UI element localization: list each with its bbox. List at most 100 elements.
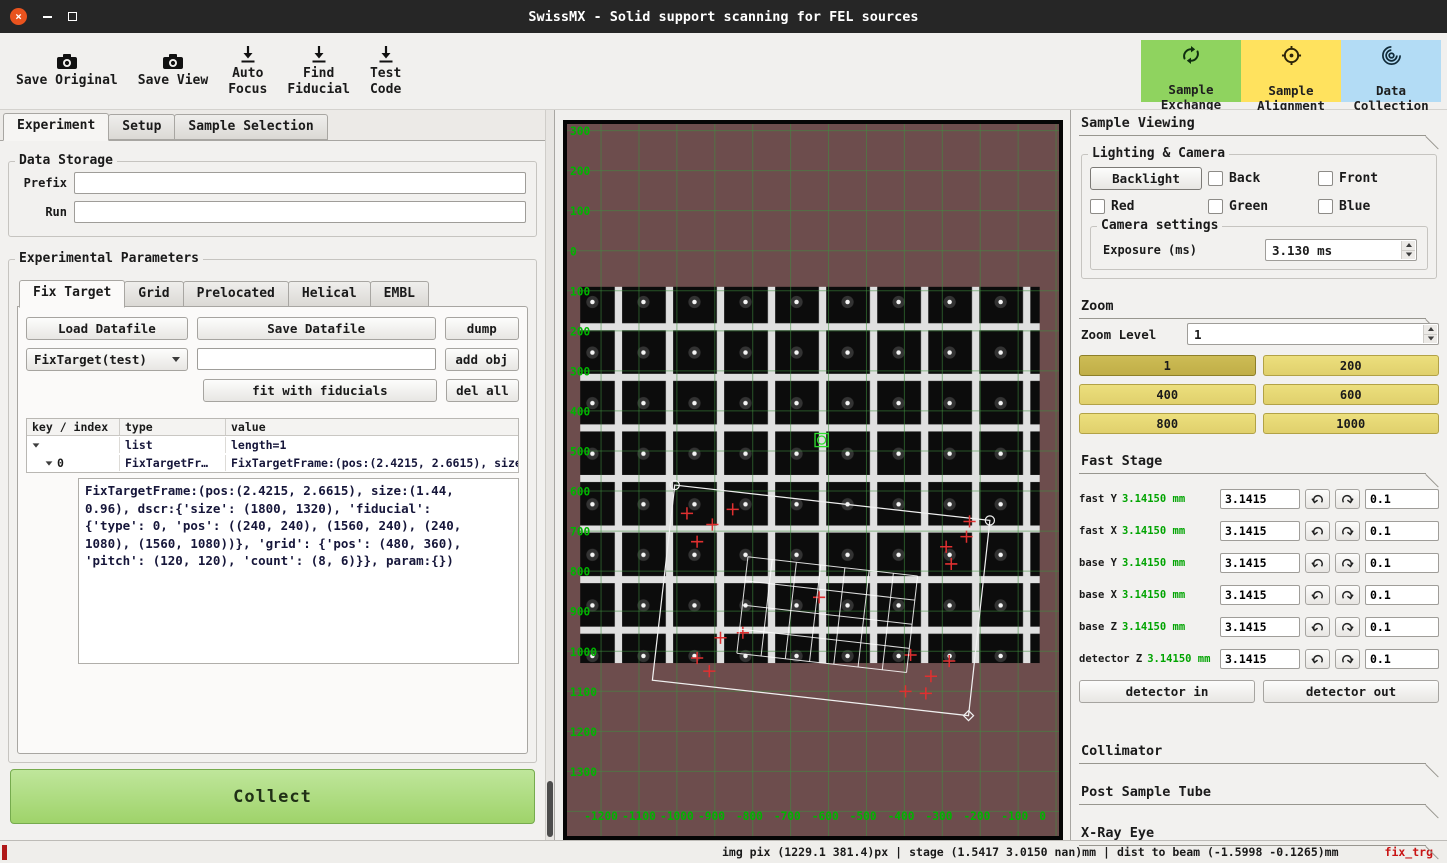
spin-down-button[interactable] — [1402, 251, 1415, 260]
mode-buttons: Sample Exchange Sample Alignment Data Co… — [1141, 40, 1441, 102]
column-type[interactable]: type — [119, 419, 225, 435]
fixtarget-preset-select[interactable]: FixTarget(test) — [26, 348, 188, 371]
motor-readout: 3.14150 mm — [1122, 589, 1185, 601]
section-collimator[interactable]: Collimator — [1079, 740, 1439, 764]
move-plus-button[interactable] — [1335, 585, 1360, 605]
motor-target-input[interactable] — [1220, 585, 1300, 605]
move-plus-button[interactable] — [1335, 521, 1360, 541]
expander-icon[interactable] — [33, 443, 40, 447]
move-plus-button[interactable] — [1335, 489, 1360, 509]
table-row[interactable]: 0 FixTargetFr… FixTargetFrame:(pos:(2.42… — [27, 454, 518, 472]
svg-text:-600: -600 — [811, 810, 838, 823]
save-original-button[interactable]: Save Original — [6, 36, 128, 106]
move-minus-button[interactable] — [1305, 617, 1330, 637]
add-obj-button[interactable]: add obj — [445, 348, 520, 371]
camera-icon — [162, 53, 184, 70]
auto-focus-button[interactable]: Auto Focus — [218, 36, 277, 106]
section-sample-viewing[interactable]: Sample Viewing — [1079, 112, 1439, 136]
tab-embl[interactable]: EMBL — [370, 281, 429, 307]
sample-exchange-button[interactable]: Sample Exchange — [1141, 40, 1241, 102]
motor-step-input[interactable] — [1365, 521, 1439, 541]
object-name-input[interactable] — [197, 348, 436, 370]
tab-sample-selection[interactable]: Sample Selection — [174, 114, 327, 140]
move-plus-button[interactable] — [1335, 553, 1360, 573]
zoom-400-button[interactable]: 400 — [1079, 384, 1256, 405]
minimize-button[interactable] — [43, 16, 52, 18]
close-button[interactable]: × — [10, 8, 27, 25]
move-minus-button[interactable] — [1305, 521, 1330, 541]
move-minus-button[interactable] — [1305, 649, 1330, 669]
move-minus-button[interactable] — [1305, 585, 1330, 605]
motor-target-input[interactable] — [1220, 489, 1300, 509]
left-scrollbar[interactable] — [545, 110, 554, 840]
tab-prelocated[interactable]: Prelocated — [183, 281, 289, 307]
tab-setup[interactable]: Setup — [108, 114, 175, 140]
tab-grid[interactable]: Grid — [124, 281, 183, 307]
motor-step-input[interactable] — [1365, 553, 1439, 573]
maximize-button[interactable] — [68, 12, 77, 21]
save-view-button[interactable]: Save View — [128, 36, 218, 106]
zoom-600-button[interactable]: 600 — [1263, 384, 1440, 405]
blue-checkbox[interactable]: Blue — [1318, 199, 1428, 214]
load-datafile-button[interactable]: Load Datafile — [26, 317, 188, 340]
curved-arrow-cw-icon — [1341, 589, 1354, 601]
run-input[interactable] — [74, 201, 526, 223]
red-checkbox[interactable]: Red — [1090, 199, 1208, 214]
tab-experiment[interactable]: Experiment — [3, 113, 109, 141]
dump-button[interactable]: dump — [445, 317, 519, 340]
section-x-ray-eye[interactable]: X-Ray Eye — [1079, 822, 1439, 846]
camera-image[interactable]: 3002001000100200300400500600700800900100… — [567, 124, 1059, 836]
motor-target-input[interactable] — [1220, 649, 1300, 669]
move-minus-button[interactable] — [1305, 489, 1330, 509]
save-datafile-button[interactable]: Save Datafile — [197, 317, 436, 340]
zoom-800-button[interactable]: 800 — [1079, 413, 1256, 434]
table-row[interactable]: list length=1 — [27, 436, 518, 454]
section-post-sample-tube[interactable]: Post Sample Tube — [1079, 781, 1439, 805]
motor-target-input[interactable] — [1220, 553, 1300, 573]
section-fast-stage[interactable]: Fast Stage — [1079, 450, 1439, 474]
sample-alignment-button[interactable]: Sample Alignment — [1241, 40, 1341, 102]
find-fiducial-button[interactable]: Find Fiducial — [277, 36, 360, 106]
column-key-index[interactable]: key / index — [27, 419, 119, 435]
motor-target-input[interactable] — [1220, 617, 1300, 637]
table-header: key / index type value — [27, 419, 518, 436]
front-checkbox[interactable]: Front — [1318, 171, 1428, 186]
data-collection-button[interactable]: Data Collection — [1341, 40, 1441, 102]
zoom-level-spinbox[interactable]: 1 — [1187, 323, 1439, 345]
tab-helical[interactable]: Helical — [288, 281, 371, 307]
collect-button[interactable]: Collect — [10, 769, 535, 824]
spin-down-button[interactable] — [1424, 335, 1437, 344]
status-separator: | — [895, 845, 902, 859]
backlight-button[interactable]: Backlight — [1090, 167, 1202, 190]
move-minus-button[interactable] — [1305, 553, 1330, 573]
zoom-200-button[interactable]: 200 — [1263, 355, 1440, 376]
exposure-spinbox[interactable]: 3.130 ms — [1265, 239, 1417, 261]
fit-with-fiducials-button[interactable]: fit with fiducials — [203, 379, 437, 402]
detector-out-button[interactable]: detector out — [1263, 680, 1439, 703]
zoom-1000-button[interactable]: 1000 — [1263, 413, 1440, 434]
section-zoom[interactable]: Zoom — [1079, 295, 1439, 319]
motor-step-input[interactable] — [1365, 649, 1439, 669]
test-code-button[interactable]: Test Code — [360, 36, 411, 106]
motor-step-input[interactable] — [1365, 489, 1439, 509]
object-detail-text[interactable]: FixTargetFrame:(pos:(2.4215, 2.6615), si… — [78, 478, 519, 664]
prefix-input[interactable] — [74, 172, 526, 194]
zoom-1-button[interactable]: 1 — [1079, 355, 1256, 376]
scrollbar-thumb[interactable] — [547, 781, 553, 837]
detector-in-button[interactable]: detector in — [1079, 680, 1255, 703]
back-checkbox[interactable]: Back — [1208, 171, 1318, 186]
spin-up-button[interactable] — [1402, 241, 1415, 251]
column-value[interactable]: value — [225, 419, 518, 435]
del-all-button[interactable]: del all — [446, 379, 519, 402]
motor-target-input[interactable] — [1220, 521, 1300, 541]
spin-up-button[interactable] — [1424, 325, 1437, 335]
expander-icon[interactable] — [46, 461, 53, 465]
motor-step-input[interactable] — [1365, 617, 1439, 637]
tab-fix-target[interactable]: Fix Target — [19, 280, 125, 308]
svg-text:900: 900 — [570, 606, 590, 619]
motor-step-input[interactable] — [1365, 585, 1439, 605]
move-plus-button[interactable] — [1335, 649, 1360, 669]
main-tabbar: Experiment Setup Sample Selection — [0, 110, 545, 141]
move-plus-button[interactable] — [1335, 617, 1360, 637]
green-checkbox[interactable]: Green — [1208, 199, 1318, 214]
